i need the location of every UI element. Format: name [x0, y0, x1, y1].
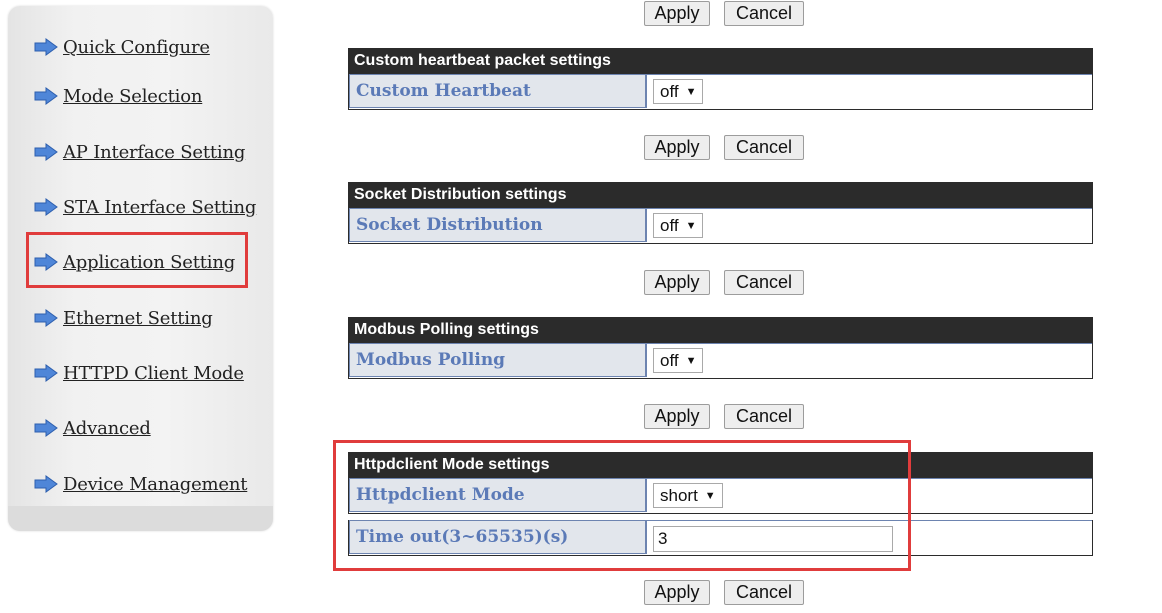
- heartbeat-label: Custom Heartbeat: [349, 74, 646, 108]
- sidebar-item-ap-interface-setting[interactable]: AP Interface Setting: [34, 139, 245, 165]
- socket-row: Socket Distribution off ▼: [348, 208, 1093, 244]
- sidebar-item-label: STA Interface Setting: [63, 196, 257, 218]
- sidebar-item-label: Quick Configure: [63, 36, 210, 58]
- sidebar-footer: [8, 506, 273, 531]
- blue-arrow-icon: [34, 38, 58, 56]
- caret-down-icon: ▼: [685, 85, 697, 98]
- sidebar-item-httpd-client-mode[interactable]: HTTPD Client Mode: [34, 360, 244, 386]
- blue-arrow-icon: [34, 364, 58, 382]
- httpd-section-highlight: [333, 440, 911, 571]
- sidebar-item-sta-interface-setting[interactable]: STA Interface Setting: [34, 194, 256, 220]
- socket-value-cell: off ▼: [646, 208, 1092, 242]
- selected-item-highlight: [26, 232, 248, 288]
- modbus-row: Modbus Polling off ▼: [348, 343, 1093, 379]
- blue-arrow-icon: [34, 198, 58, 216]
- caret-down-icon: ▼: [685, 219, 697, 232]
- sidebar-item-ethernet-setting[interactable]: Ethernet Setting: [34, 305, 213, 331]
- cancel-button[interactable]: Cancel: [724, 135, 804, 160]
- modbus-label: Modbus Polling: [349, 343, 646, 377]
- heartbeat-section-header: Custom heartbeat packet settings: [348, 48, 1093, 74]
- modbus-section-header: Modbus Polling settings: [348, 317, 1093, 343]
- cancel-button[interactable]: Cancel: [724, 580, 804, 605]
- socket-section-header: Socket Distribution settings: [348, 182, 1093, 208]
- custom-heartbeat-select[interactable]: off ▼: [653, 79, 704, 104]
- select-value: off: [660, 350, 679, 370]
- caret-down-icon: ▼: [685, 354, 697, 367]
- apply-button[interactable]: Apply: [644, 135, 710, 160]
- select-value: off: [660, 215, 679, 235]
- blue-arrow-icon: [34, 419, 58, 437]
- cancel-button[interactable]: Cancel: [724, 1, 804, 26]
- heartbeat-row: Custom Heartbeat off ▼: [348, 74, 1093, 110]
- heartbeat-value-cell: off ▼: [646, 74, 1092, 108]
- blue-arrow-icon: [34, 309, 58, 327]
- blue-arrow-icon: [34, 475, 58, 493]
- sidebar-item-label: Ethernet Setting: [63, 307, 213, 329]
- modbus-polling-select[interactable]: off ▼: [653, 348, 704, 373]
- modbus-value-cell: off ▼: [646, 343, 1092, 377]
- sidebar-item-label: AP Interface Setting: [63, 141, 246, 163]
- sidebar-item-label: Mode Selection: [63, 85, 203, 107]
- cancel-button[interactable]: Cancel: [724, 404, 804, 429]
- apply-button[interactable]: Apply: [644, 270, 710, 295]
- apply-button[interactable]: Apply: [644, 1, 710, 26]
- sidebar-item-device-management[interactable]: Device Management: [34, 471, 247, 497]
- blue-arrow-icon: [34, 87, 58, 105]
- sidebar-item-mode-selection[interactable]: Mode Selection: [34, 83, 202, 109]
- cancel-button[interactable]: Cancel: [724, 270, 804, 295]
- sidebar-item-advanced[interactable]: Advanced: [34, 415, 151, 441]
- sidebar-item-quick-configure[interactable]: Quick Configure: [34, 34, 210, 60]
- blue-arrow-icon: [34, 143, 58, 161]
- socket-distribution-select[interactable]: off ▼: [653, 213, 704, 238]
- apply-button[interactable]: Apply: [644, 404, 710, 429]
- select-value: off: [660, 81, 679, 101]
- sidebar-item-label: Advanced: [63, 417, 151, 439]
- apply-button[interactable]: Apply: [644, 580, 710, 605]
- socket-label: Socket Distribution: [349, 208, 646, 242]
- sidebar-item-label: Device Management: [63, 473, 248, 495]
- sidebar-item-label: HTTPD Client Mode: [63, 362, 244, 384]
